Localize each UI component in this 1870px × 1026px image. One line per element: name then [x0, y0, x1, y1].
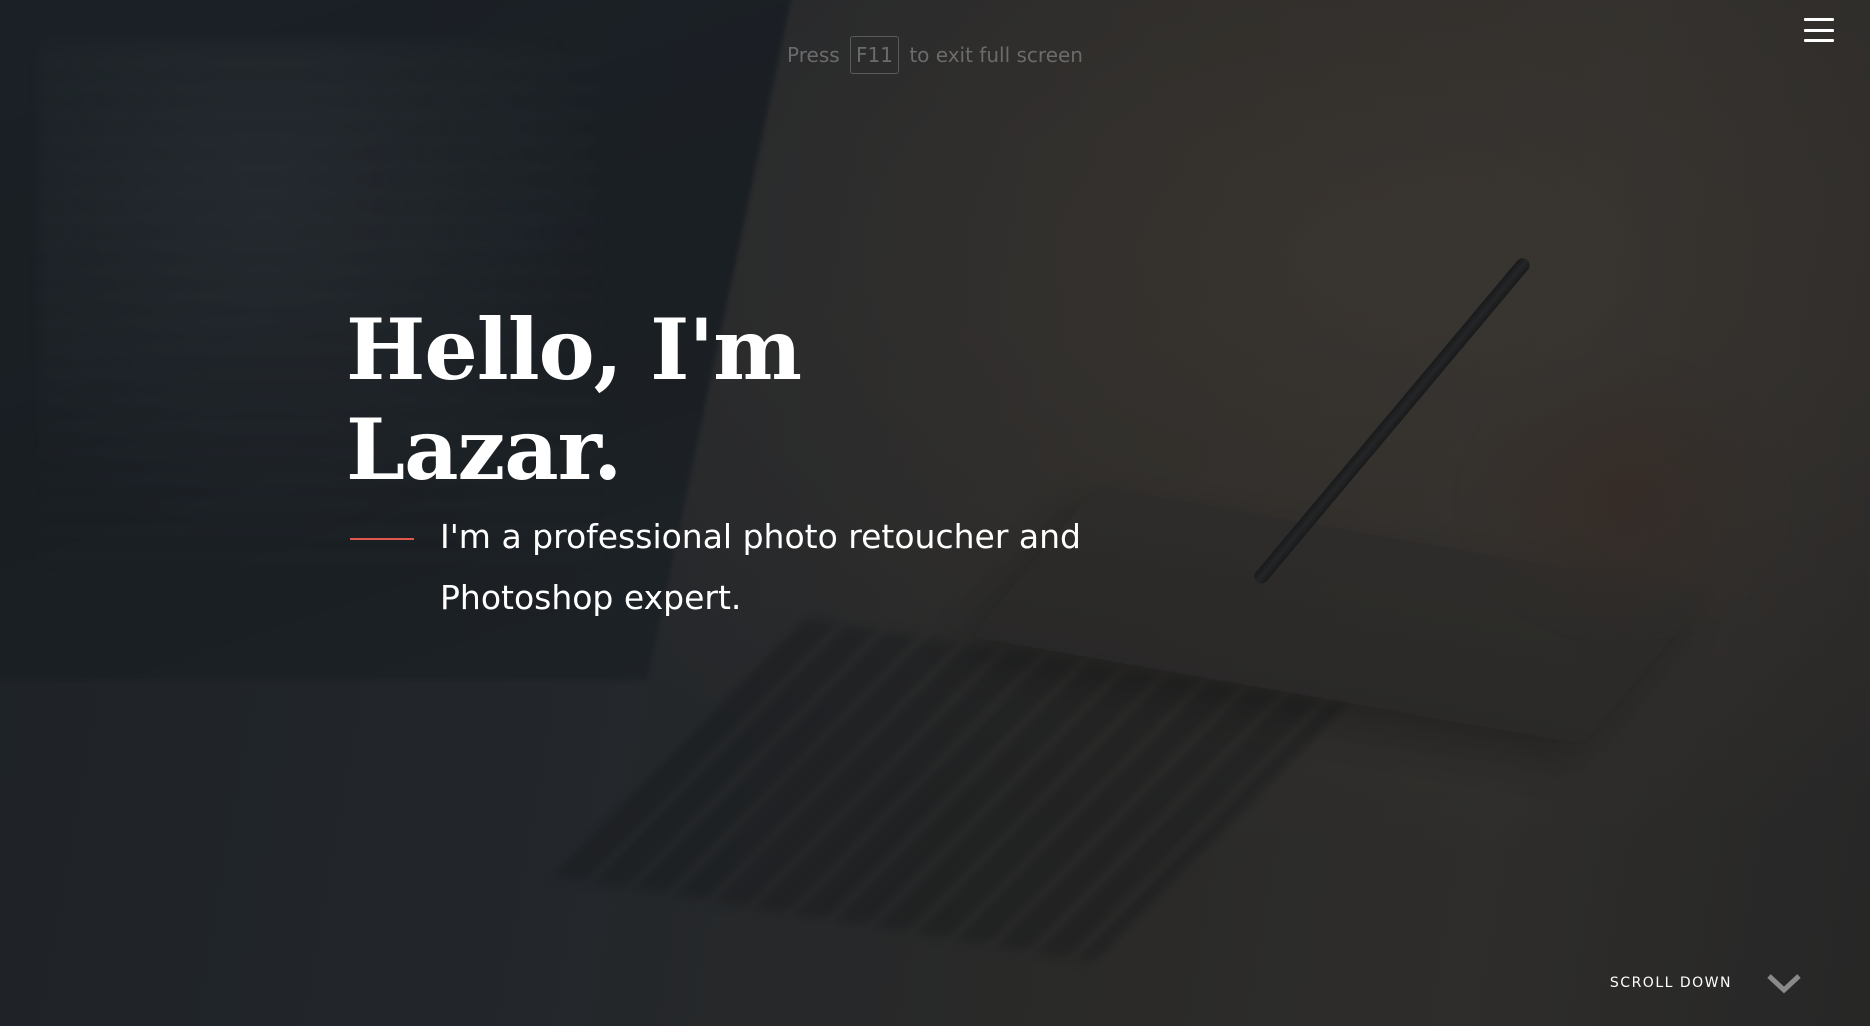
hero-section: Press F11 to exit full screen Hello, I'm… — [0, 0, 1870, 1026]
intro-block: Hello, I'm Lazar. I'm a professional pho… — [346, 300, 1246, 628]
accent-rule — [350, 538, 414, 540]
menu-bar-top — [1804, 18, 1834, 21]
hamburger-menu-icon[interactable] — [1804, 18, 1834, 42]
fullscreen-hint-suffix: to exit full screen — [909, 43, 1083, 67]
hero-tagline: I'm a professional photo retoucher and P… — [440, 517, 1081, 617]
tagline-row: I'm a professional photo retoucher and P… — [346, 506, 1246, 628]
chevron-down-icon[interactable] — [1766, 972, 1802, 994]
hero-headline: Hello, I'm Lazar. — [346, 300, 802, 499]
fullscreen-hint: Press F11 to exit full screen — [0, 36, 1870, 74]
menu-bar-middle — [1804, 28, 1834, 32]
fullscreen-hint-key: F11 — [850, 36, 899, 74]
menu-bar-bottom — [1804, 39, 1834, 42]
scroll-down-button[interactable]: SCROLL DOWN — [1610, 972, 1802, 994]
fullscreen-hint-prefix: Press — [787, 43, 840, 67]
scroll-down-label: SCROLL DOWN — [1609, 975, 1732, 991]
